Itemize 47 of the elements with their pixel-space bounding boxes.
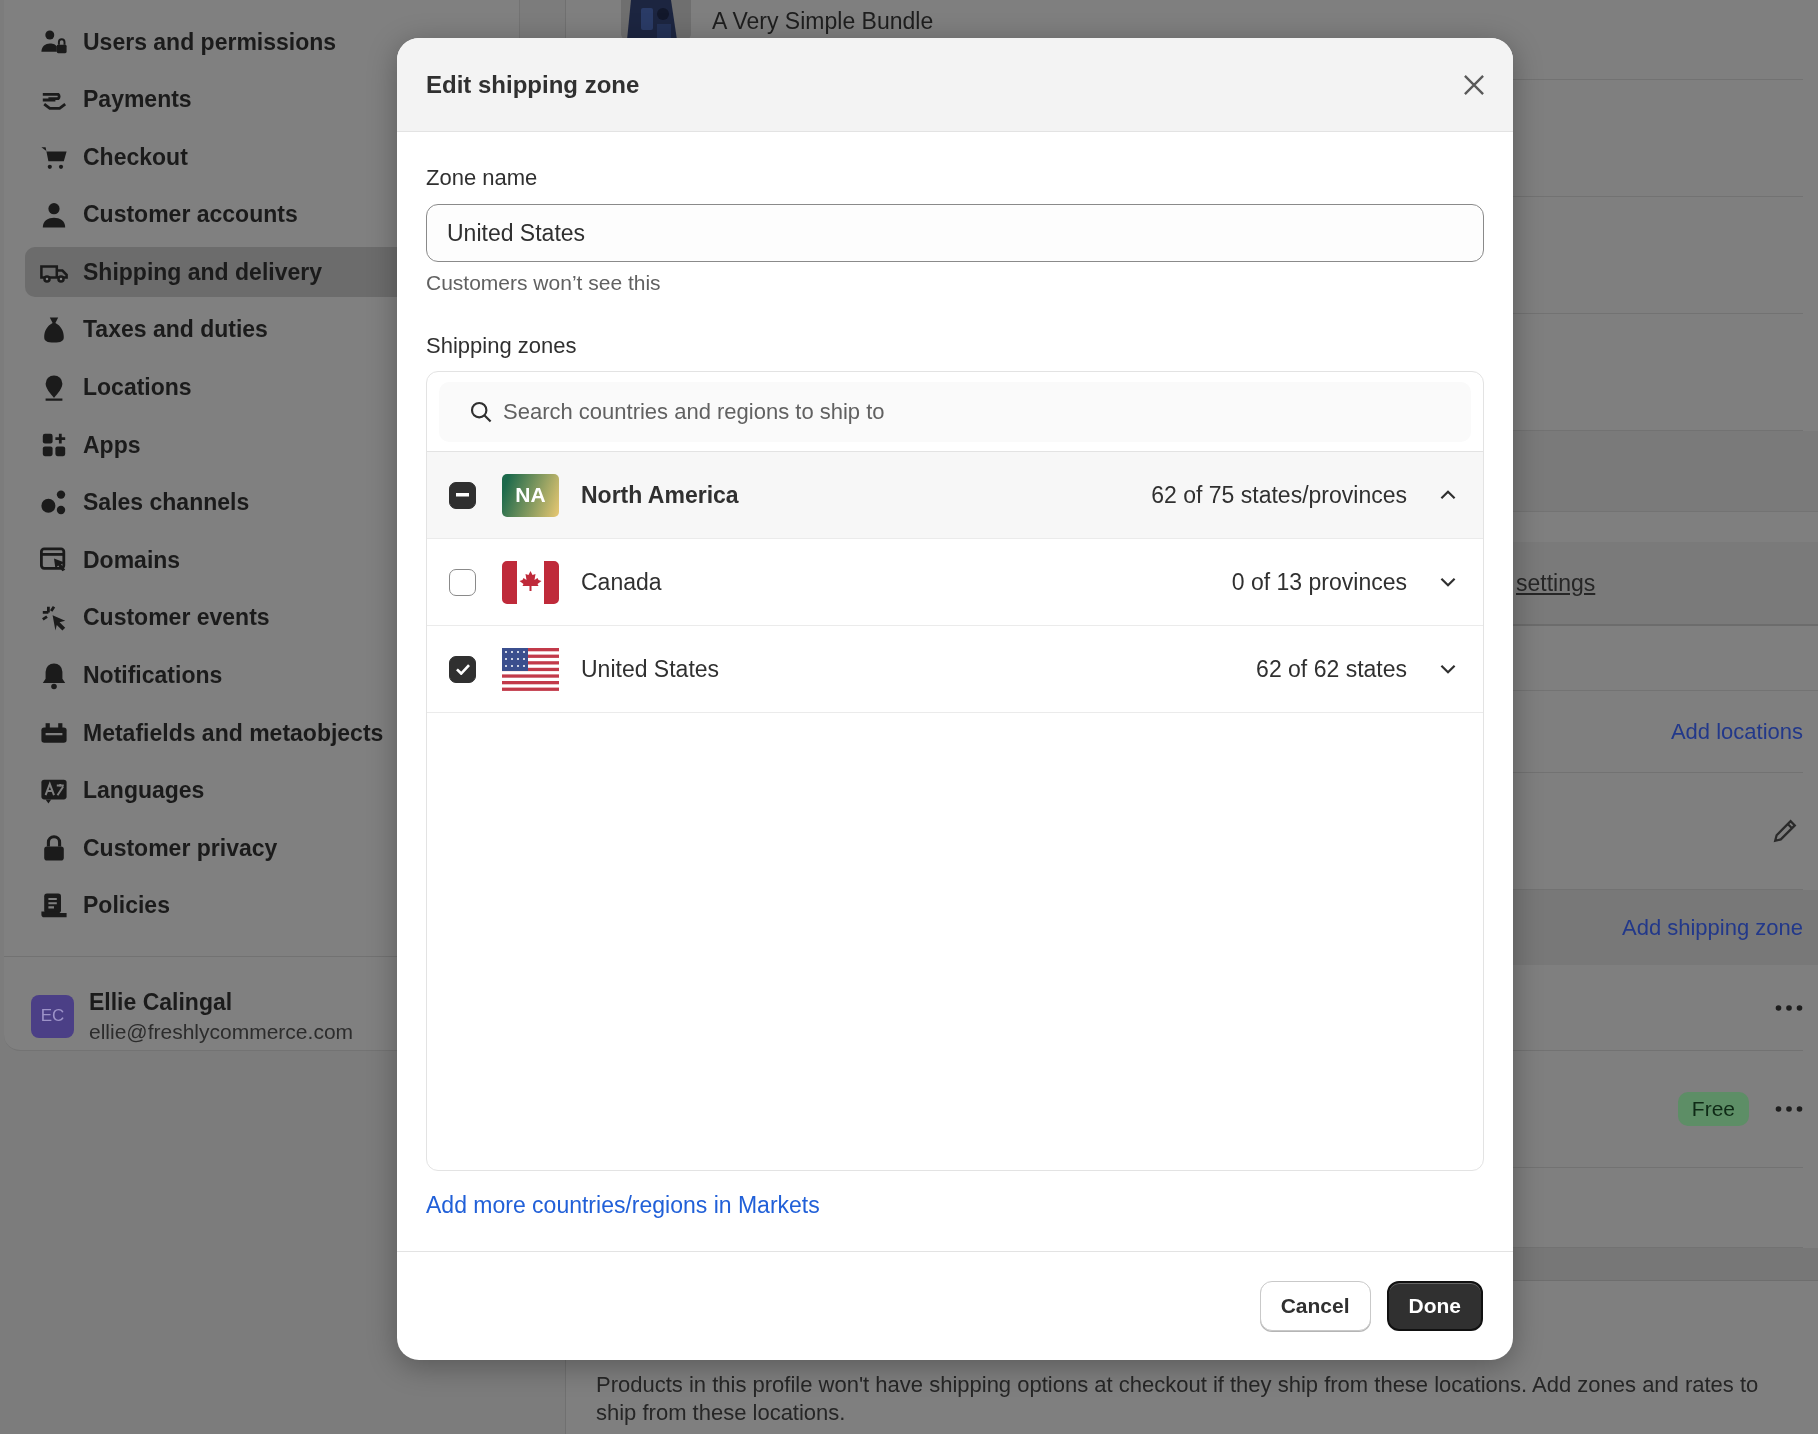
region-row[interactable]: United States 62 of 62 states: [427, 626, 1483, 713]
done-button[interactable]: Done: [1386, 1281, 1483, 1331]
nodes-icon: [40, 488, 68, 517]
flag-icon: [502, 560, 559, 604]
region-count: 0 of 13 provinces: [1231, 568, 1407, 596]
dialog-title: Edit shipping zone: [426, 70, 640, 99]
cursor-click-icon: [40, 603, 68, 632]
checkmark-icon: [455, 663, 470, 675]
checkbox[interactable]: [449, 481, 476, 509]
person-lock-icon: [40, 28, 68, 56]
pencil-icon[interactable]: [1771, 817, 1799, 845]
search-field[interactable]: Search countries and regions to ship to: [439, 382, 1471, 442]
user-name: Ellie Calingal: [89, 988, 234, 1016]
region-row[interactable]: Canada 0 of 13 provinces: [427, 539, 1483, 626]
sidebar-item[interactable]: Languages: [25, 765, 519, 816]
region-badge: NA: [502, 473, 559, 517]
checkbox[interactable]: [449, 568, 476, 596]
region-name: Canada: [581, 568, 663, 596]
search-icon: [469, 400, 493, 424]
zone-name-field[interactable]: United States: [426, 204, 1484, 262]
scroll-icon: [40, 891, 68, 920]
user-email: ellie@freshlycommerce.com: [89, 1019, 354, 1044]
field-label: Zone name: [426, 164, 539, 192]
field-label: Shipping zones: [426, 332, 578, 360]
settings-link[interactable]: settings: [1516, 569, 1596, 597]
add-locations-link[interactable]: Add locations: [1670, 718, 1803, 745]
cancel-button[interactable]: Cancel: [1259, 1281, 1371, 1331]
region-count: 62 of 75 states/provinces: [1151, 481, 1407, 509]
more-icon[interactable]: [1775, 1105, 1803, 1113]
more-icon[interactable]: [1775, 1003, 1803, 1012]
person-icon: [40, 200, 68, 229]
rate-badge: Free: [1677, 1092, 1749, 1126]
markets-link[interactable]: Add more countries/regions in Markets: [426, 1191, 820, 1219]
region-count: 62 of 62 states: [1256, 655, 1407, 683]
bell-icon: [40, 661, 68, 690]
region-name: North America: [581, 481, 740, 509]
sidebar-item[interactable]: Policies: [25, 880, 519, 931]
avatar: EC: [31, 994, 74, 1038]
checkbox[interactable]: [449, 655, 476, 683]
region-row[interactable]: NA North America 62 of 75 states/provinces: [427, 452, 1483, 539]
add-shipping-zone-link[interactable]: Add shipping zone: [1621, 914, 1803, 941]
flag-icon: [502, 647, 559, 691]
product-title: A Very Simple Bundle: [712, 8, 934, 35]
sidebar-item[interactable]: Customer privacy: [25, 823, 519, 874]
sidebar-item[interactable]: Users and permissions: [25, 17, 519, 67]
region-name: United States: [581, 655, 721, 683]
description-text: Products in this profile won't have shipping options at checkout if they ship from these locations. Add zones and rates to ship from these locations.: [596, 1371, 1760, 1427]
